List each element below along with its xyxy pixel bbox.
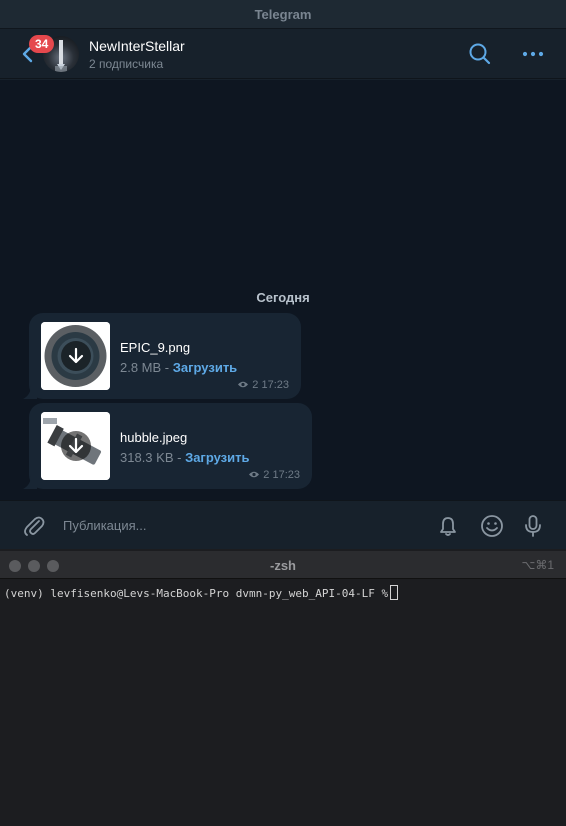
message-composer: Публикация... — [0, 500, 566, 549]
text-cursor — [390, 585, 399, 600]
message-time: 17:23 — [261, 379, 289, 391]
file-thumbnail[interactable] — [41, 412, 110, 480]
shell-prompt: (venv) levfisenko@Levs-MacBook-Pro dvmn-… — [4, 587, 389, 600]
tab-shortcut: ⌥⌘1 — [521, 558, 554, 572]
message-time: 17:23 — [272, 469, 300, 481]
views-eye-icon — [249, 471, 260, 478]
unread-badge: 34 — [29, 35, 55, 53]
meta-separator: - — [173, 450, 186, 465]
bubble-tail — [23, 475, 37, 489]
telegram-titlebar: Telegram — [0, 0, 566, 29]
message-info: 2 17:23 — [248, 469, 300, 481]
download-arrow-icon — [68, 437, 84, 454]
search-icon[interactable] — [467, 41, 493, 67]
terminal-body[interactable]: (venv) levfisenko@Levs-MacBook-Pro dvmn-… — [0, 579, 566, 826]
meta-separator: - — [161, 360, 173, 375]
download-link[interactable]: Загрузить — [185, 450, 249, 465]
download-link[interactable]: Загрузить — [173, 360, 237, 375]
message-input[interactable]: Публикация... — [63, 518, 146, 533]
file-meta: 318.3 KB - Загрузить — [120, 450, 250, 465]
file-meta: 2.8 MB - Загрузить — [120, 360, 237, 375]
download-arrow-icon — [68, 347, 84, 364]
view-count: 2 — [252, 379, 259, 391]
date-separator-label: Сегодня — [256, 290, 310, 305]
views-eye-icon — [238, 381, 249, 388]
bell-icon[interactable] — [435, 513, 461, 539]
paperclip-icon[interactable] — [22, 514, 46, 538]
date-separator: Сегодня — [0, 289, 566, 307]
file-message[interactable]: hubble.jpeg 318.3 KB - Загрузить 2 17:23 — [23, 403, 312, 489]
bubble-tail — [23, 385, 37, 399]
download-overlay[interactable] — [61, 431, 91, 461]
file-name: hubble.jpeg — [120, 430, 188, 445]
more-options-icon[interactable] — [520, 41, 546, 67]
terminal-window: -zsh ⌥⌘1 (venv) levfisenko@Levs-MacBook-… — [0, 551, 566, 826]
channel-name[interactable]: NewInterStellar — [89, 38, 185, 54]
file-thumbnail[interactable] — [41, 322, 110, 390]
chat-header: 34 NewInterStellar 2 подписчика — [0, 29, 566, 79]
message-info: 2 17:23 — [237, 379, 289, 391]
terminal-title: -zsh — [270, 558, 296, 573]
download-overlay[interactable] — [61, 341, 91, 371]
view-count: 2 — [263, 469, 270, 481]
file-size: 2.8 MB — [120, 360, 162, 375]
message-list[interactable]: Сегодня EPIC_9.png 2.8 MB - Загрузить 2 … — [0, 80, 566, 500]
terminal-titlebar: -zsh ⌥⌘1 — [0, 551, 566, 579]
window-title: Telegram — [254, 7, 312, 22]
file-message[interactable]: EPIC_9.png 2.8 MB - Загрузить 2 17:23 — [23, 313, 301, 399]
microphone-icon[interactable] — [520, 513, 546, 539]
file-size: 318.3 KB — [120, 450, 174, 465]
file-name: EPIC_9.png — [120, 340, 191, 355]
emoji-icon[interactable] — [479, 513, 505, 539]
subscriber-count: 2 подписчика — [89, 57, 164, 71]
telegram-window: Telegram 34 NewInterStellar 2 подписчика — [0, 0, 566, 549]
